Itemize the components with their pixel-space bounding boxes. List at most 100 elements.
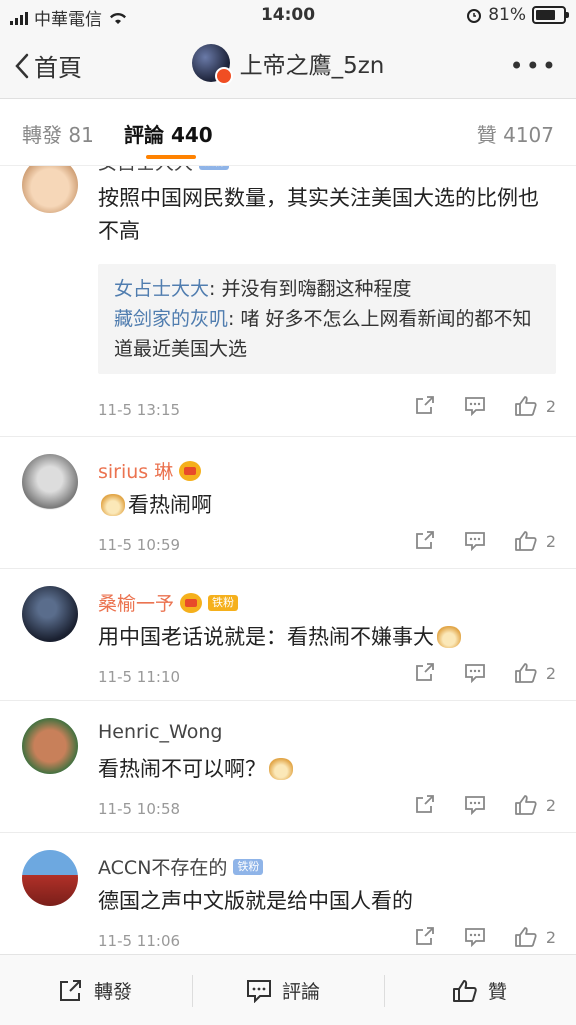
- comment-text: 德国之声中文版就是给中国人看的: [98, 889, 413, 913]
- bottom-action-bar: 轉發 評論 贊: [0, 954, 576, 1025]
- comment-text: 用中国老话说就是：看热闹不嫌事大: [98, 621, 552, 654]
- tab-likes[interactable]: 贊 4107: [477, 119, 554, 148]
- verified-icon: [214, 67, 233, 85]
- comment-icon[interactable]: [464, 795, 486, 815]
- repost-label: 轉發: [94, 981, 133, 1003]
- comment-username[interactable]: ACCN不存在的 铁粉: [98, 853, 264, 880]
- comment-item: sirius 琳 看热闹啊 11-5 10:59 2: [0, 437, 576, 569]
- share-icon[interactable]: [414, 663, 436, 683]
- username-label: sirius 琳: [98, 461, 174, 483]
- comment-button[interactable]: 評論: [246, 977, 320, 1004]
- reply-item: 女占士大大: 并没有到嗨翻这种程度: [114, 274, 540, 304]
- like-button[interactable]: 2: [514, 395, 556, 417]
- like-count: 2: [545, 663, 556, 683]
- avatar[interactable]: [22, 718, 78, 774]
- comment-time: 11-5 10:59: [98, 536, 181, 554]
- more-options-button[interactable]: •••: [510, 52, 558, 80]
- battery-percent: 81%: [488, 5, 526, 25]
- doge-emoji-icon: [101, 494, 125, 516]
- tab-comments[interactable]: 評論 440: [124, 119, 213, 148]
- comment-item: 桑榆一予 铁粉 用中国老话说就是：看热闹不嫌事大 11-5 11:10 2: [0, 569, 576, 701]
- comment-meta: 11-5 10:59 2: [98, 531, 560, 554]
- tab-bar: 轉發 81 評論 440 贊 4107: [0, 99, 576, 166]
- share-icon[interactable]: [414, 396, 436, 416]
- thumbs-up-icon: [514, 795, 537, 815]
- share-icon[interactable]: [414, 531, 436, 551]
- username-label: 桑榆一予: [98, 593, 175, 615]
- divider: [384, 975, 385, 1007]
- comment-time: 11-5 11:10: [98, 668, 181, 686]
- avatar[interactable]: [22, 454, 78, 510]
- comment-username[interactable]: sirius 琳: [98, 457, 202, 484]
- doge-emoji-icon: [437, 626, 461, 648]
- comment-item: ACCN不存在的 铁粉 德国之声中文版就是给中国人看的 11-5 11:06 2: [0, 833, 576, 954]
- like-label: 贊: [488, 981, 508, 1003]
- share-icon[interactable]: [414, 927, 436, 947]
- comment-meta: 11-5 13:15 2: [98, 396, 560, 419]
- comment-icon[interactable]: [464, 396, 486, 416]
- username-label: Henric_Wong: [98, 721, 223, 743]
- thumbs-up-icon: [514, 927, 537, 947]
- comment-text-content: 看热闹啊: [128, 493, 212, 517]
- share-icon: [60, 979, 81, 1001]
- like-button[interactable]: 2: [514, 926, 556, 948]
- doge-emoji-icon: [269, 758, 293, 780]
- comment-list[interactable]: 女占士大大 铁粉 按照中国网民数量，其实关注美国大选的比例也不高 女占士大大: …: [0, 166, 576, 954]
- like-count: 2: [545, 396, 556, 416]
- avatar[interactable]: [22, 166, 78, 213]
- comment-time: 11-5 10:58: [98, 800, 181, 818]
- like-button[interactable]: 2: [514, 662, 556, 684]
- fan-badge: 铁粉: [199, 166, 230, 170]
- reply-box[interactable]: 女占士大大: 并没有到嗨翻这种程度 藏剑家的灰叽: 啫 好多不怎么上网看新闻的都…: [98, 264, 556, 374]
- comment-meta: 11-5 11:06 2: [98, 927, 560, 950]
- author-avatar[interactable]: [191, 44, 233, 85]
- share-icon[interactable]: [414, 795, 436, 815]
- comment-username[interactable]: Henric_Wong: [98, 721, 222, 743]
- comment-time: 11-5 11:06: [98, 932, 181, 950]
- comment-text: 看热闹不可以啊？: [98, 753, 552, 786]
- vip-icon: [180, 592, 203, 613]
- username-label: ACCN不存在的: [98, 857, 228, 879]
- thumbs-up-icon: [514, 396, 537, 416]
- nav-bar: 首頁 上帝之鷹_5zn •••: [0, 32, 576, 99]
- comment-text: 看热闹啊: [98, 489, 552, 522]
- comment-text-content: 用中国老话说就是：看热闹不嫌事大: [98, 625, 434, 649]
- like-post-button[interactable]: 贊: [452, 977, 507, 1004]
- tab-reposts[interactable]: 轉發 81: [22, 119, 94, 148]
- repost-button[interactable]: 轉發: [58, 977, 132, 1004]
- reply-username[interactable]: 藏剑家的灰叽: [114, 308, 228, 330]
- thumbs-up-icon: [514, 663, 537, 683]
- like-button[interactable]: 2: [514, 794, 556, 816]
- comment-text-content: 看热闹不可以啊？: [98, 757, 266, 781]
- fan-badge: 铁粉: [208, 594, 239, 611]
- comment-icon[interactable]: [464, 531, 486, 551]
- status-bar: 中華電信 14:00 81%: [0, 0, 576, 32]
- comment-item: 女占士大大 铁粉 按照中国网民数量，其实关注美国大选的比例也不高 女占士大大: …: [0, 166, 576, 437]
- avatar[interactable]: [22, 586, 78, 642]
- comment-icon: [247, 979, 271, 1003]
- thumbs-up-icon: [514, 531, 537, 551]
- like-count: 2: [545, 531, 556, 551]
- comment-icon[interactable]: [464, 663, 486, 683]
- divider: [192, 975, 193, 1007]
- reply-text: : 并没有到嗨翻这种程度: [209, 278, 412, 300]
- comment-icon[interactable]: [464, 927, 486, 947]
- thumbs-up-icon: [453, 979, 477, 1002]
- author-name: 上帝之鷹_5zn: [239, 53, 385, 79]
- avatar[interactable]: [22, 850, 78, 906]
- nav-title[interactable]: 上帝之鷹_5zn: [0, 44, 576, 85]
- comment-label: 評論: [282, 981, 321, 1003]
- like-button[interactable]: 2: [514, 530, 556, 552]
- fan-badge: 铁粉: [233, 858, 264, 875]
- comment-meta: 11-5 11:10 2: [98, 663, 560, 686]
- alarm-icon: [467, 9, 482, 23]
- comment-username[interactable]: 女占士大大 铁粉: [98, 166, 230, 175]
- username-label: 女占士大大: [98, 166, 193, 175]
- comment-text: 按照中国网民数量，其实关注美国大选的比例也不高: [98, 186, 539, 243]
- comment-username[interactable]: 桑榆一予 铁粉: [98, 589, 239, 616]
- comment-time: 11-5 13:15: [98, 401, 181, 419]
- comment-item: Henric_Wong 看热闹不可以啊？ 11-5 10:58 2: [0, 701, 576, 833]
- comment-meta: 11-5 10:58 2: [98, 795, 560, 818]
- reply-username[interactable]: 女占士大大: [114, 278, 209, 300]
- like-count: 2: [545, 795, 556, 815]
